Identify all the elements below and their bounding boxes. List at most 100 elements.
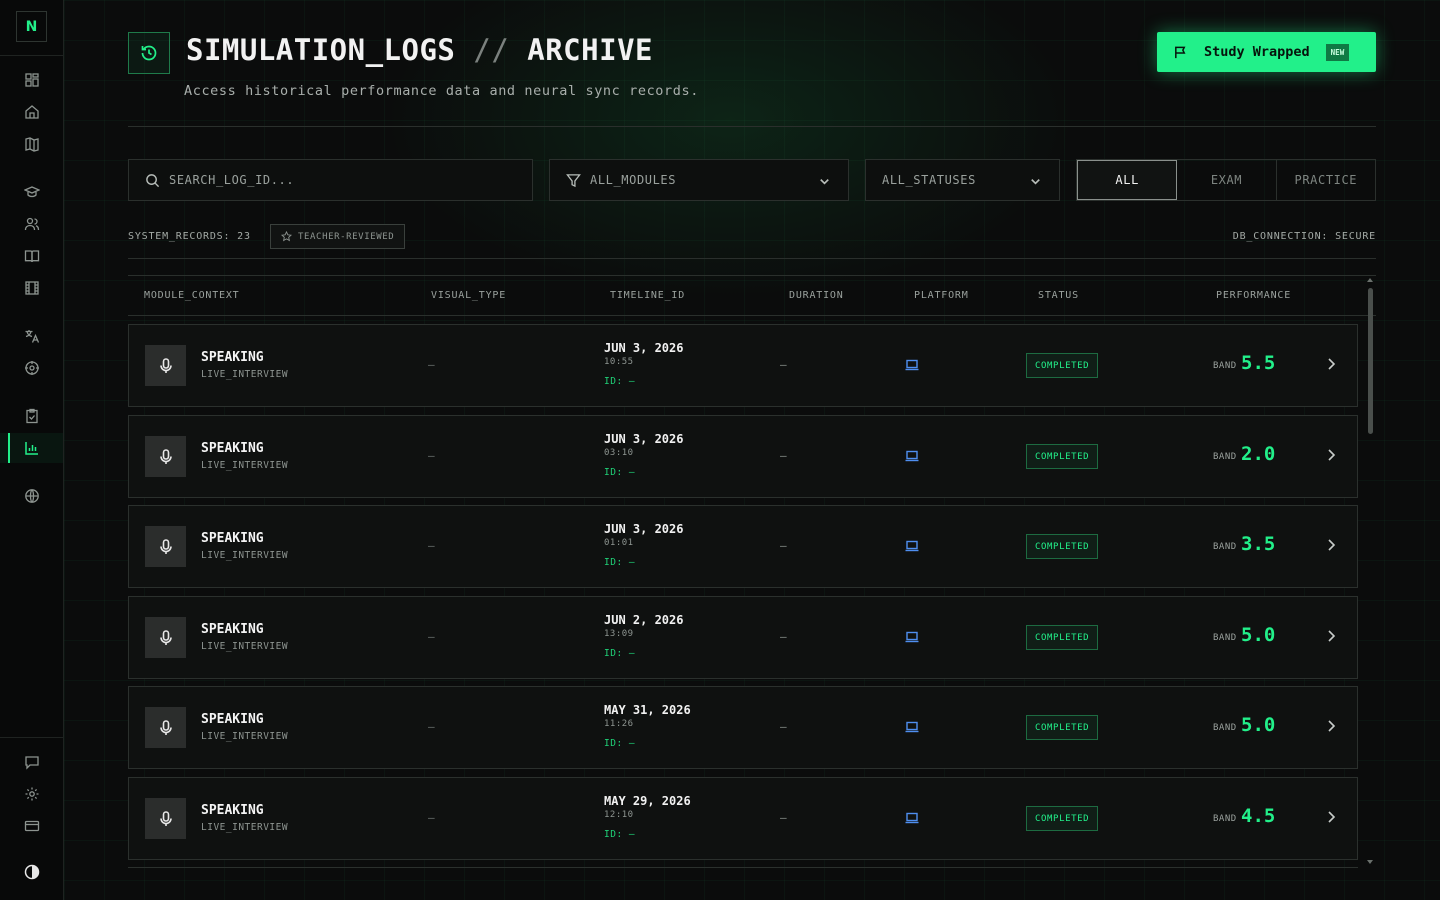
sidebar-item-courses[interactable] (0, 177, 63, 207)
chevron-right-icon[interactable] (1323, 628, 1339, 644)
column-header-status[interactable]: STATUS (1038, 290, 1079, 301)
table-row[interactable]: SPEAKING LIVE_INTERVIEW – MAY 31, 2026 1… (128, 686, 1358, 769)
sidebar-item-billing[interactable] (0, 811, 63, 841)
chevron-down-icon (1031, 179, 1040, 185)
band-label: BAND (1213, 452, 1237, 462)
band-score: 5.5 (1241, 352, 1276, 374)
status-select[interactable]: ALL_STATUSES (865, 159, 1060, 201)
duration: – (780, 539, 787, 552)
column-header-performance[interactable]: PERFORMANCE (1216, 290, 1291, 301)
status-badge: COMPLETED (1026, 625, 1099, 650)
sidebar-item-videos[interactable] (0, 273, 63, 303)
page-title: SIMULATION_LOGS // ARCHIVE (186, 33, 653, 67)
meta-divider (128, 258, 1376, 259)
duration: – (780, 720, 787, 733)
duration: – (780, 358, 787, 371)
segment-all[interactable]: ALL (1077, 160, 1178, 200)
theme-toggle[interactable] (0, 857, 63, 887)
module-type: LIVE_INTERVIEW (201, 369, 289, 380)
search-icon (146, 173, 160, 187)
sidebar-item-messages[interactable] (0, 747, 63, 777)
laptop-icon (905, 359, 919, 371)
log-id: ID: – (604, 467, 636, 478)
chevron-right-icon[interactable] (1323, 447, 1339, 463)
segment-exam[interactable]: EXAM (1177, 160, 1277, 200)
sidebar-item-translate[interactable] (0, 321, 63, 351)
teacher-reviewed-filter[interactable]: TEACHER-REVIEWED (270, 224, 406, 249)
log-id: ID: – (604, 829, 636, 840)
module-select[interactable]: ALL_MODULES (549, 159, 849, 201)
sidebar-item-settings[interactable] (0, 779, 63, 809)
page-title-main: SIMULATION_LOGS (186, 33, 456, 67)
status-badge: COMPLETED (1026, 444, 1099, 469)
sidebar-item-map[interactable] (0, 129, 63, 159)
flag-icon (1175, 46, 1186, 58)
column-header-module[interactable]: MODULE_CONTEXT (144, 290, 240, 301)
log-time: 12:10 (604, 810, 634, 820)
table-row[interactable]: SPEAKING LIVE_INTERVIEW – JUN 2, 2026 13… (128, 596, 1358, 679)
table-header: MODULE_CONTEXT VISUAL_TYPE TIMELINE_ID D… (128, 275, 1376, 316)
log-date: MAY 29, 2026 (604, 794, 691, 808)
table-row[interactable]: SPEAKING LIVE_INTERVIEW – MAY 29, 2026 1… (128, 777, 1358, 860)
table-row[interactable]: SPEAKING LIVE_INTERVIEW – JUN 3, 2026 03… (128, 415, 1358, 498)
sidebar-item-dashboard[interactable] (0, 65, 63, 95)
sidebar-item-community[interactable] (0, 481, 63, 511)
duration: – (780, 811, 787, 824)
microphone-icon (145, 345, 186, 386)
chevron-right-icon[interactable] (1323, 718, 1339, 734)
status-badge: COMPLETED (1026, 715, 1099, 740)
table-row[interactable]: SPEAKING LIVE_INTERVIEW – JUN 3, 2026 01… (128, 505, 1358, 588)
graduation-cap-icon (23, 186, 40, 198)
sidebar-item-users[interactable] (0, 209, 63, 239)
search-input[interactable]: SEARCH_LOG_ID... (128, 159, 533, 201)
sidebar-item-library[interactable] (0, 241, 63, 271)
search-placeholder: SEARCH_LOG_ID... (169, 173, 295, 187)
chevron-right-icon[interactable] (1323, 356, 1339, 372)
teacher-reviewed-label: TEACHER-REVIEWED (298, 231, 395, 242)
microphone-icon (145, 436, 186, 477)
microphone-icon (145, 798, 186, 839)
module-type: LIVE_INTERVIEW (201, 641, 289, 652)
band-label: BAND (1213, 723, 1237, 733)
db-connection-status: DB_CONNECTION: SECURE (1232, 231, 1376, 242)
module-type: LIVE_INTERVIEW (201, 550, 289, 561)
band-label: BAND (1213, 633, 1237, 643)
log-time: 03:10 (604, 448, 634, 458)
scrollbar-thumb[interactable] (1368, 288, 1373, 434)
microphone-icon (145, 617, 186, 658)
system-records-count: SYSTEM_RECORDS: 23 (128, 231, 251, 242)
study-wrapped-button[interactable]: Study Wrapped NEW (1157, 32, 1376, 72)
column-header-timeline[interactable]: TIMELINE_ID (610, 290, 685, 301)
settings-icon (25, 787, 38, 801)
sidebar-item-tests[interactable] (0, 401, 63, 431)
column-header-platform[interactable]: PLATFORM (914, 290, 969, 301)
scroll-down-arrow[interactable] (1367, 860, 1373, 864)
users-icon (24, 217, 39, 231)
column-header-visual-type[interactable]: VISUAL_TYPE (431, 290, 506, 301)
book-icon (24, 250, 39, 263)
sidebar-item-analytics[interactable] (0, 433, 63, 463)
new-badge: NEW (1325, 43, 1350, 61)
theme-toggle-icon (24, 864, 39, 880)
visual-type: – (428, 720, 435, 733)
band-label: BAND (1213, 814, 1237, 824)
table-row[interactable]: SPEAKING LIVE_INTERVIEW – JUN 3, 2026 10… (128, 324, 1358, 407)
app-logo[interactable]: N (16, 11, 47, 42)
sidebar-item-home[interactable] (0, 97, 63, 127)
status-badge: COMPLETED (1026, 353, 1099, 378)
segment-practice[interactable]: PRACTICE (1277, 160, 1375, 200)
chevron-right-icon[interactable] (1323, 537, 1339, 553)
dashboard-icon (24, 73, 39, 87)
status-badge: COMPLETED (1026, 534, 1099, 559)
visual-type: – (428, 358, 435, 371)
module-select-value: ALL_MODULES (590, 173, 677, 187)
log-id: ID: – (604, 376, 636, 387)
laptop-icon (905, 631, 919, 643)
scroll-up-arrow[interactable] (1367, 278, 1373, 282)
column-header-duration[interactable]: DURATION (789, 290, 844, 301)
sidebar-item-goals[interactable] (0, 353, 63, 383)
visual-type: – (428, 630, 435, 643)
table-row-partial (128, 867, 1358, 900)
chevron-right-icon[interactable] (1323, 809, 1339, 825)
bar-chart-icon (24, 442, 38, 455)
